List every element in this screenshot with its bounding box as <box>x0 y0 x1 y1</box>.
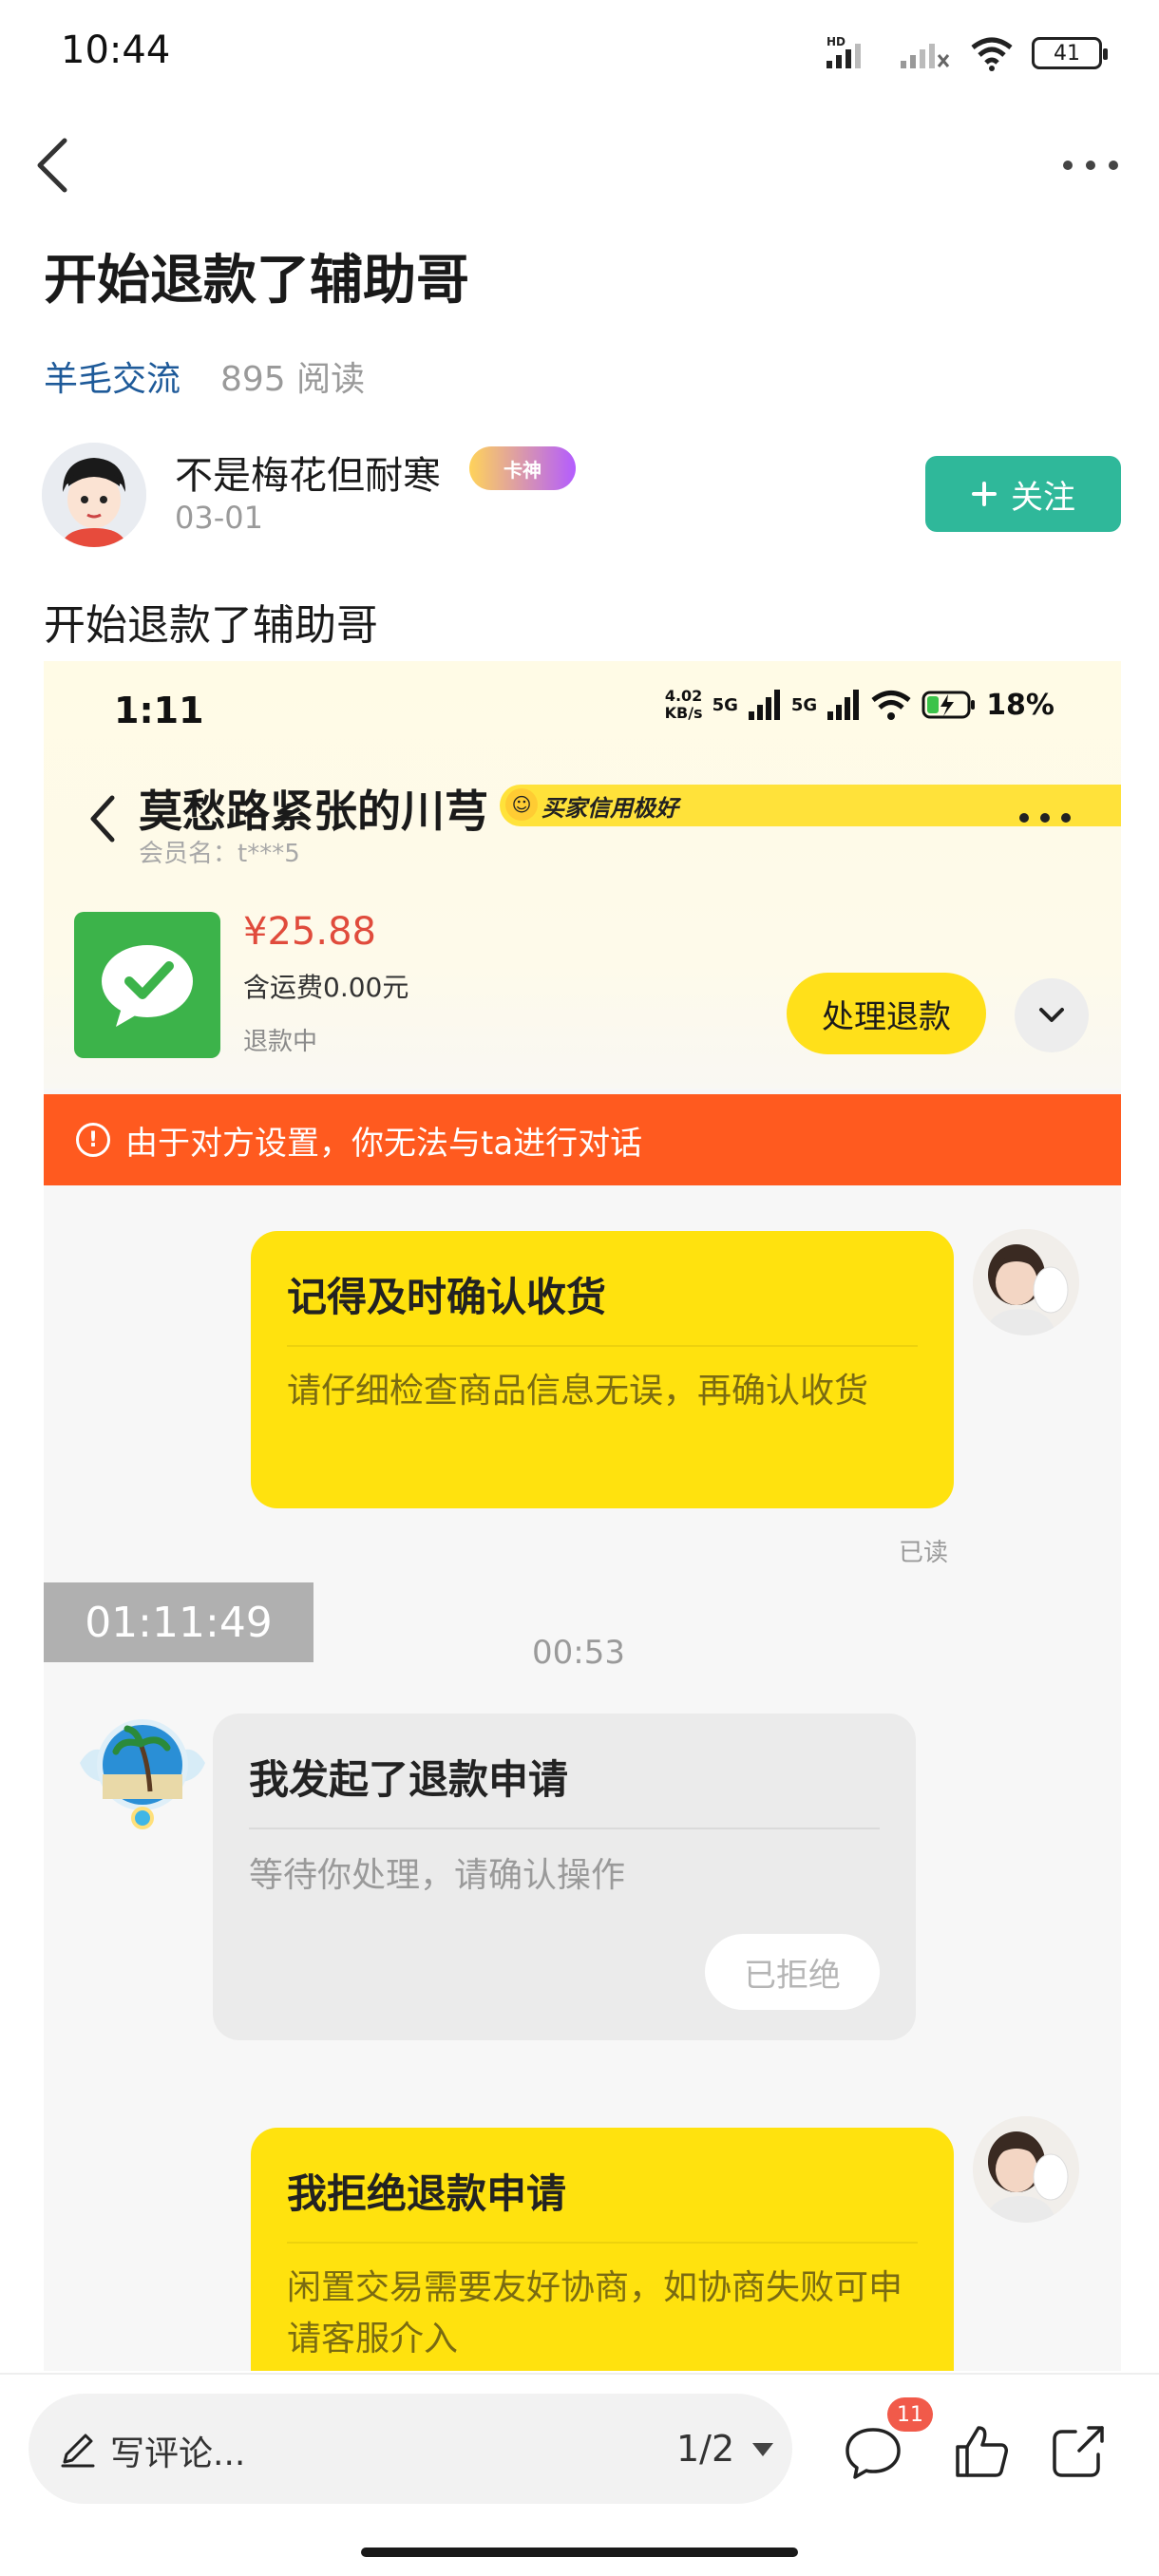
buyer-avatar[interactable] <box>74 1706 211 1835</box>
signal-hd-icon: HD <box>826 35 861 68</box>
seller-avatar[interactable] <box>973 1229 1079 1335</box>
screenshot-more-icon[interactable] <box>1015 804 1075 832</box>
svg-text:HD: HD <box>826 35 846 48</box>
embedded-screenshot[interactable]: 1:11 4.02 KB/s 5G 5G 18% 莫愁路紧张的川芎 ☺ 买家信用… <box>44 661 1121 2371</box>
message-body: 闲置交易需要友好协商，如协商失败可申请客服介入 <box>287 2268 903 2358</box>
comment-count-badge: 11 <box>887 2397 933 2432</box>
page-title: 开始退款了辅助哥 <box>44 250 469 312</box>
battery-percent: 18% <box>986 688 1054 722</box>
restriction-banner: ! 由于对方设置，你无法与ta进行对话 <box>44 1094 1121 1185</box>
wifi-icon <box>971 37 1013 71</box>
product-shipping: 含运费0.00元 <box>243 972 409 1003</box>
seller-avatar[interactable] <box>973 2116 1079 2223</box>
share-icon[interactable] <box>1047 2420 1110 2481</box>
signal-icon <box>748 690 780 720</box>
child-photo-icon <box>973 1229 1079 1335</box>
message-title: 记得及时确认收货 <box>287 1274 607 1320</box>
message-timestamp: 00:53 <box>532 1634 625 1672</box>
network-5g-label-2: 5G <box>790 694 818 715</box>
bottom-divider <box>0 2373 1159 2375</box>
recording-timer: 01:11:49 <box>44 1582 314 1662</box>
signal-icon-2 <box>827 690 860 720</box>
refund-status: 退款中 <box>243 1028 318 1056</box>
battery-icon: 41 <box>1032 37 1108 69</box>
product-image[interactable] <box>74 912 220 1058</box>
home-indicator[interactable] <box>361 2548 798 2557</box>
screenshot-back-icon[interactable] <box>84 790 122 847</box>
signal-off-icon <box>901 44 950 68</box>
author-avatar[interactable] <box>42 443 146 547</box>
author-name[interactable]: 不是梅花但耐寒 <box>175 445 441 500</box>
like-icon[interactable] <box>950 2420 1013 2481</box>
message-title: 我拒绝退款申请 <box>287 2170 567 2217</box>
handle-refund-button[interactable]: 处理退款 <box>787 973 986 1054</box>
screenshot-status-time: 1:11 <box>114 690 204 731</box>
member-name: 会员名：t***5 <box>139 840 300 868</box>
product-price: ¥25.88 <box>243 910 376 954</box>
page-indicator[interactable]: 1/2 <box>676 2428 734 2470</box>
caret-down-icon[interactable] <box>750 2441 775 2458</box>
wifi-icon <box>871 691 911 720</box>
cartoon-avatar-icon <box>42 443 146 547</box>
child-photo-icon <box>973 2116 1079 2223</box>
post-date: 03-01 <box>175 500 263 536</box>
read-count: 895 阅读 <box>220 360 366 399</box>
chevron-down-icon <box>1039 1008 1064 1022</box>
more-icon[interactable] <box>1056 142 1125 188</box>
expand-button[interactable] <box>1015 978 1089 1052</box>
follow-button[interactable]: 关注 <box>925 456 1121 532</box>
smiley-icon: ☺ <box>505 788 538 821</box>
chat-partner-name: 莫愁路紧张的川芎 <box>139 786 488 837</box>
channel-link[interactable]: 羊毛交流 <box>44 351 180 401</box>
message-divider <box>249 1828 880 1829</box>
battery-charging-icon <box>922 691 976 719</box>
comment-placeholder[interactable]: 写评论... <box>110 2426 245 2475</box>
message-body: 等待你处理，请确认操作 <box>249 1856 626 1895</box>
author-badge: 卡神 <box>469 446 576 490</box>
screenshot-status-icons: 4.02 KB/s 5G 5G 18% <box>665 688 1054 722</box>
message-body: 请仔细检查商品信息无误，再确认收货 <box>287 1372 869 1411</box>
status-time: 10:44 <box>61 28 171 72</box>
back-icon[interactable] <box>27 133 80 198</box>
read-receipt: 已读 <box>899 1539 949 1567</box>
post-text: 开始退款了辅助哥 <box>44 601 378 650</box>
wechat-icon <box>102 945 193 1027</box>
message-title: 我发起了退款申请 <box>249 1756 569 1803</box>
message-divider <box>287 1345 918 1347</box>
status-icons: HD 41 <box>825 34 1108 72</box>
message-divider <box>287 2242 918 2244</box>
follow-label: 关注 <box>1011 478 1075 517</box>
alert-icon: ! <box>76 1123 110 1157</box>
pencil-icon <box>61 2434 95 2468</box>
network-5g-label: 5G <box>712 694 738 715</box>
network-speed: 4.02 KB/s <box>664 687 703 722</box>
rejected-status-button[interactable]: 已拒绝 <box>705 1934 880 2010</box>
plus-icon <box>972 482 997 506</box>
